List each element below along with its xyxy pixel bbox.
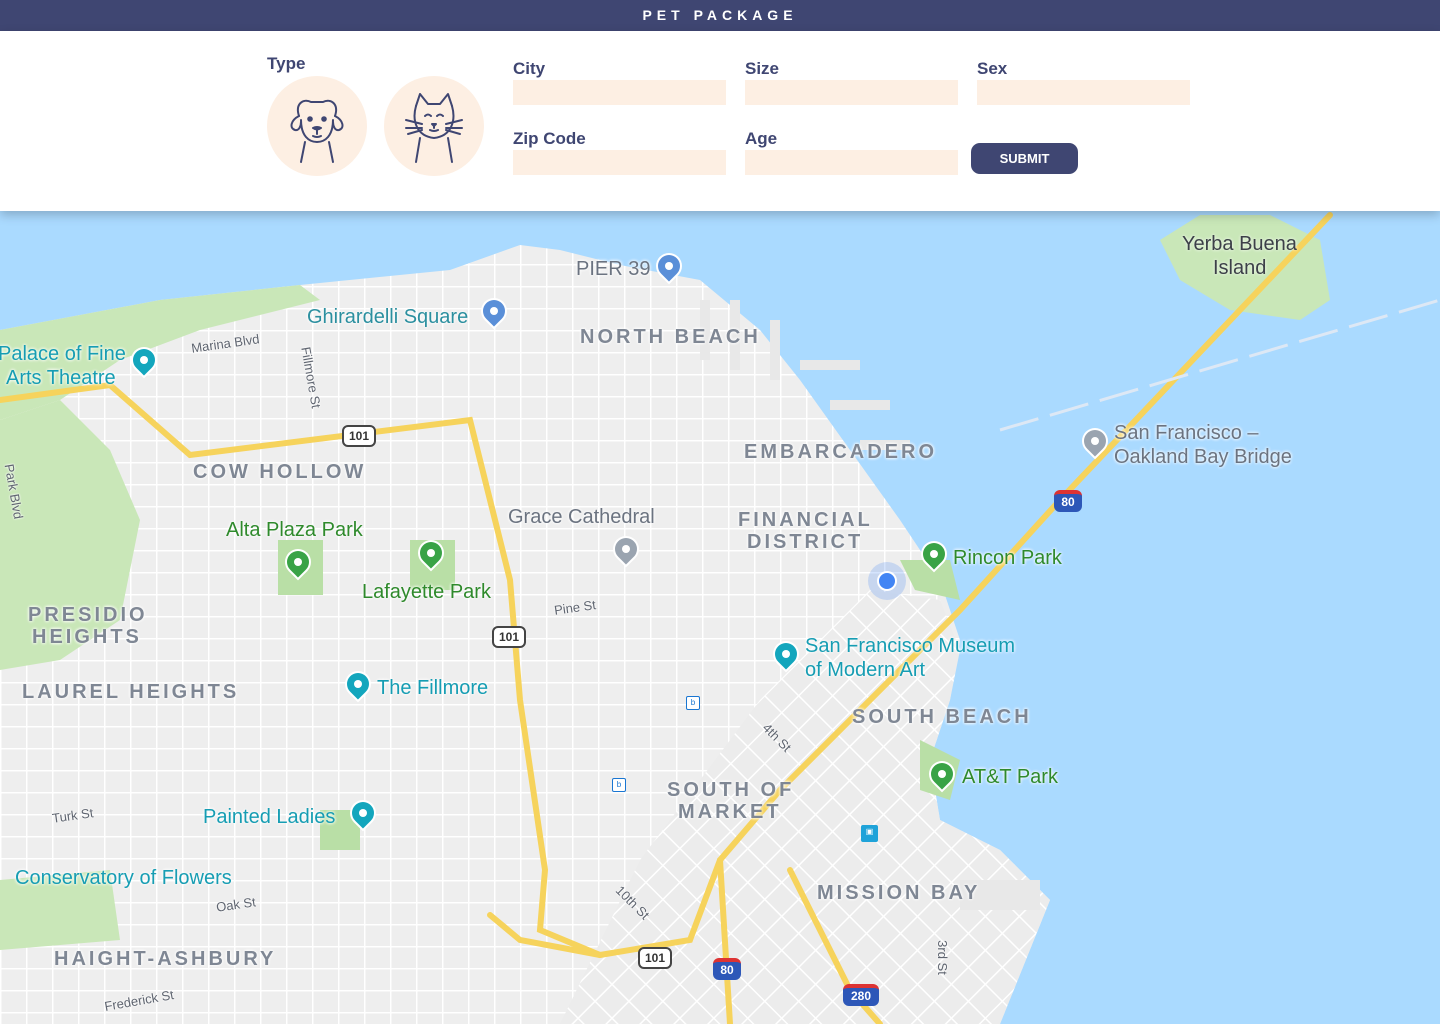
place-bay-bridge-2[interactable]: Oakland Bay Bridge xyxy=(1114,445,1292,469)
us101-shield-icon: 101 xyxy=(342,425,376,447)
neighborhood-embarcadero: EMBARCADERO xyxy=(744,441,937,463)
place-bay-bridge-1[interactable]: San Francisco – xyxy=(1114,421,1259,445)
size-field[interactable] xyxy=(745,80,958,105)
type-label: Type xyxy=(267,54,306,73)
sex-label: Sex xyxy=(977,59,1008,78)
neighborhood-south-beach: SOUTH BEACH xyxy=(852,706,1032,728)
place-ghirardelli[interactable]: Ghirardelli Square xyxy=(307,305,468,329)
place-sfmoma-1[interactable]: San Francisco Museum xyxy=(805,634,1015,658)
place-pier39[interactable]: PIER 39 xyxy=(576,257,650,281)
dog-icon xyxy=(290,99,344,163)
neighborhood-south-of-market-2: MARKET xyxy=(678,801,782,823)
i280-shield-icon: 280 xyxy=(843,984,879,1006)
neighborhood-laurel-heights: LAUREL HEIGHTS xyxy=(22,681,240,703)
i80-shield-icon: 80 xyxy=(713,958,741,980)
us101-shield-icon: 101 xyxy=(638,947,672,969)
age-label: Age xyxy=(745,129,778,148)
neighborhood-financial-district-1: FINANCIAL xyxy=(738,509,873,531)
cat-type-button[interactable] xyxy=(384,76,484,176)
dog-type-button[interactable] xyxy=(267,76,367,176)
place-yerba-buena-1[interactable]: Yerba Buena xyxy=(1182,232,1297,256)
place-palace-2[interactable]: Arts Theatre xyxy=(6,366,116,390)
place-alta-plaza[interactable]: Alta Plaza Park xyxy=(226,519,363,542)
city-label: City xyxy=(513,59,546,78)
us101-shield-icon: 101 xyxy=(492,626,526,648)
size-label: Size xyxy=(745,59,780,78)
neighborhood-south-of-market-1: SOUTH OF xyxy=(667,779,795,801)
place-conservatory[interactable]: Conservatory of Flowers xyxy=(15,866,232,890)
zip-code-field[interactable] xyxy=(513,150,726,175)
place-painted-ladies[interactable]: Painted Ladies xyxy=(203,805,335,829)
search-panel: Type City Size Sex Zip Code Age SUBMIT xyxy=(0,31,1440,211)
place-sfmoma-2[interactable]: of Modern Art xyxy=(805,658,925,682)
bus-stop-icon[interactable]: b xyxy=(686,696,700,710)
neighborhood-presidio-heights-2: HEIGHTS xyxy=(32,626,142,648)
app-header: PET PACKAGE xyxy=(0,0,1440,31)
place-yerba-buena-2[interactable]: Island xyxy=(1213,256,1266,280)
neighborhood-north-beach: NORTH BEACH xyxy=(580,326,761,348)
place-palace-1[interactable]: Palace of Fine xyxy=(0,342,126,366)
neighborhood-haight-ashbury: HAIGHT-ASHBURY xyxy=(54,948,277,970)
neighborhood-mission-bay: MISSION BAY xyxy=(817,882,981,904)
place-lafayette[interactable]: Lafayette Park xyxy=(362,581,491,604)
street-3rd: 3rd St xyxy=(934,940,950,975)
i80-shield-icon: 80 xyxy=(1054,490,1082,512)
place-the-fillmore[interactable]: The Fillmore xyxy=(377,676,488,700)
neighborhood-financial-district-2: DISTRICT xyxy=(747,531,864,553)
sex-field[interactable] xyxy=(977,80,1190,105)
zip-code-label: Zip Code xyxy=(513,129,586,148)
app-title: PET PACKAGE xyxy=(642,7,798,23)
place-att-park[interactable]: AT&T Park xyxy=(962,766,1058,789)
place-rincon-park[interactable]: Rincon Park xyxy=(953,547,1062,570)
neighborhood-cow-hollow: COW HOLLOW xyxy=(193,461,367,483)
current-location-marker[interactable] xyxy=(868,562,906,600)
bus-stop-icon[interactable]: b xyxy=(612,778,626,792)
city-field[interactable] xyxy=(513,80,726,105)
train-station-icon[interactable]: ▣ xyxy=(861,825,878,842)
submit-button[interactable]: SUBMIT xyxy=(971,143,1078,174)
place-grace-cathedral[interactable]: Grace Cathedral xyxy=(508,505,655,529)
neighborhood-presidio-heights-1: PRESIDIO xyxy=(28,604,148,626)
cat-icon xyxy=(405,93,463,163)
age-field[interactable] xyxy=(745,150,958,175)
